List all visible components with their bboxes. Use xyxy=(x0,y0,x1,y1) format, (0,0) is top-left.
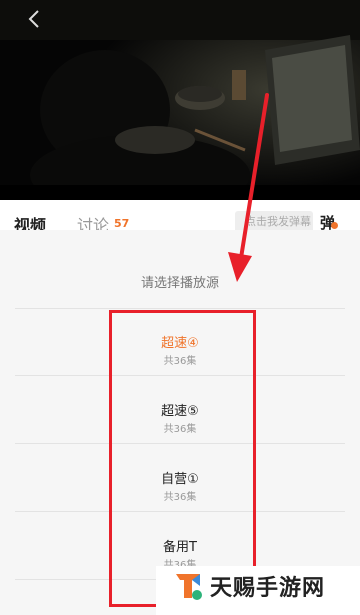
watermark-text: 天赐手游网 xyxy=(210,576,326,601)
danmaku-status-dot-icon xyxy=(331,222,338,229)
video-player[interactable] xyxy=(0,0,360,200)
video-frame xyxy=(0,0,360,200)
divider xyxy=(15,308,345,309)
sheet-title: 请选择播放源 xyxy=(140,276,219,291)
annotation-highlight-box xyxy=(109,310,256,607)
discuss-count-badge: 57 xyxy=(114,217,130,230)
watermark-logo-icon xyxy=(176,574,202,600)
back-chevron-left-icon[interactable] xyxy=(24,8,46,30)
